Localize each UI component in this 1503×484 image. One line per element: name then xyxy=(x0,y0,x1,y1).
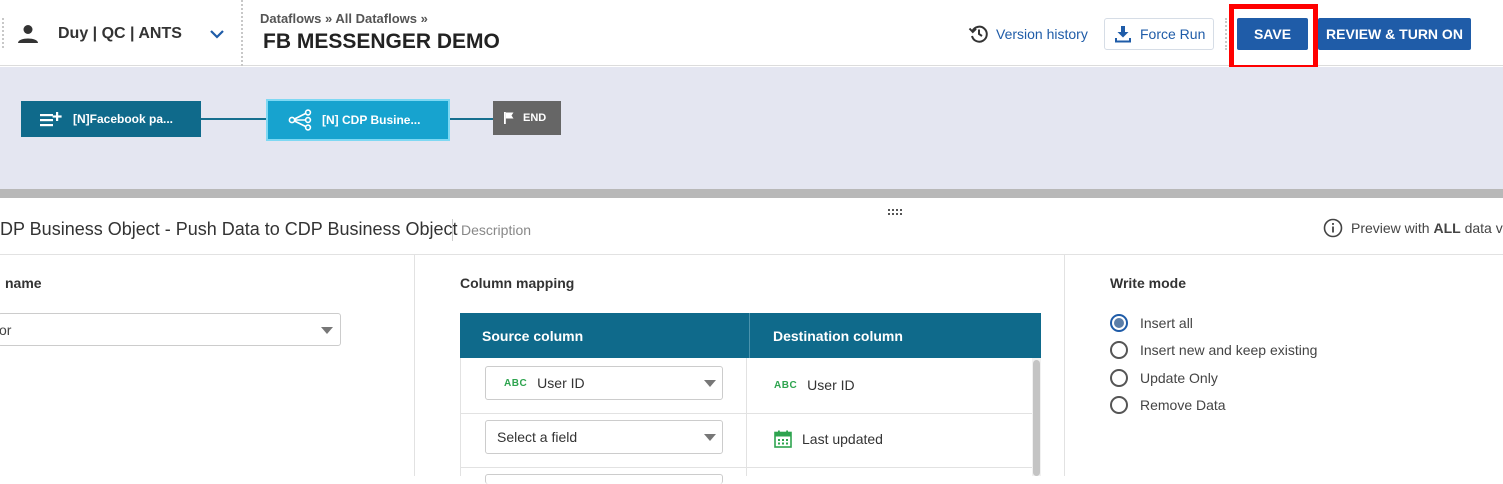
flow-node-label: END xyxy=(523,112,547,124)
preview-bold: ALL xyxy=(1433,220,1461,236)
calendar-icon xyxy=(774,430,792,448)
flag-icon xyxy=(504,112,514,124)
flow-node-end[interactable]: END xyxy=(493,101,561,135)
source-field-select[interactable]: ABC User ID xyxy=(485,366,723,400)
flow-node-facebook[interactable]: [N]Facebook pa... xyxy=(21,101,201,137)
object-select[interactable]: or xyxy=(0,313,341,346)
radio-label: Insert all xyxy=(1140,315,1193,331)
object-select-value: or xyxy=(0,321,12,338)
radio-empty-icon xyxy=(1110,341,1128,359)
branch-icon xyxy=(288,109,312,131)
caret-down-icon xyxy=(704,380,716,387)
radio-empty-icon xyxy=(1110,396,1128,414)
preview-prefix: Preview with xyxy=(1351,220,1434,236)
preview-suffix: data v xyxy=(1460,220,1503,236)
row-divider xyxy=(461,467,1032,468)
column-divider xyxy=(746,358,747,476)
version-history-button[interactable]: Version history xyxy=(968,23,1088,45)
destination-field: Last updated xyxy=(774,430,883,448)
radio-selected-icon xyxy=(1110,314,1128,332)
mapping-table-body: ABC User ID ABC User ID Select a field L… xyxy=(460,358,1041,484)
radio-label: Update Only xyxy=(1140,370,1218,386)
flow-node-cdp-business[interactable]: [N] CDP Busine... xyxy=(266,99,450,141)
row-divider xyxy=(461,413,1032,414)
flow-node-label: [N] CDP Busine... xyxy=(322,113,421,127)
source-column-header: Source column xyxy=(482,327,584,344)
canvas-divider xyxy=(0,189,1503,198)
destination-field: ABC User ID xyxy=(774,377,855,393)
radio-remove-data[interactable]: Remove Data xyxy=(1110,396,1226,414)
history-icon xyxy=(968,25,988,43)
version-history-label: Version history xyxy=(996,26,1088,42)
info-icon xyxy=(1323,218,1343,238)
text-type-icon: ABC xyxy=(774,379,798,391)
download-icon xyxy=(1115,26,1131,43)
chevron-down-icon[interactable] xyxy=(208,25,226,43)
header-divider xyxy=(749,313,750,358)
add-list-icon xyxy=(40,112,62,127)
force-run-button[interactable]: Force Run xyxy=(1104,18,1214,50)
divider xyxy=(1225,18,1227,50)
top-header: Duy | QC | ANTS Dataflows » All Dataflow… xyxy=(0,0,1503,66)
panel-separator xyxy=(0,254,1503,255)
mapping-table-header: Source column Destination column xyxy=(460,313,1041,358)
radio-insert-all[interactable]: Insert all xyxy=(1110,314,1193,332)
panel-title: DP Business Object - Push Data to CDP Bu… xyxy=(0,219,458,239)
account-name: Duy | QC | ANTS xyxy=(58,25,182,42)
flow-edge xyxy=(450,118,493,120)
radio-label: Insert new and keep existing xyxy=(1140,342,1318,358)
write-mode-label: Write mode xyxy=(1110,275,1186,291)
page-title: FB MESSENGER DEMO xyxy=(263,30,500,53)
source-field-value: User ID xyxy=(537,375,585,391)
caret-down-icon xyxy=(704,434,716,441)
preview-info: Preview with ALL data v xyxy=(1323,218,1503,238)
caret-down-icon xyxy=(321,327,333,334)
resize-handle-icon[interactable] xyxy=(887,209,903,215)
text-type-icon: ABC xyxy=(504,377,528,389)
radio-update-only[interactable]: Update Only xyxy=(1110,369,1218,387)
force-run-label: Force Run xyxy=(1140,26,1206,42)
destination-field-value: User ID xyxy=(807,377,855,393)
review-turn-on-button[interactable]: REVIEW & TURN ON xyxy=(1318,18,1471,50)
destination-field-value: Last updated xyxy=(802,431,883,447)
radio-insert-new-keep-existing[interactable]: Insert new and keep existing xyxy=(1110,341,1317,359)
source-field-select[interactable]: Select a field xyxy=(485,420,723,454)
drag-dots xyxy=(2,18,4,48)
flow-canvas[interactable] xyxy=(0,67,1503,189)
scrollbar-thumb[interactable] xyxy=(1033,360,1040,476)
column-mapping-label: Column mapping xyxy=(460,275,575,291)
name-label: name xyxy=(5,275,42,291)
column-separator xyxy=(414,255,415,476)
account-switcher[interactable]: Duy | QC | ANTS xyxy=(0,0,243,66)
save-button[interactable]: SAVE xyxy=(1237,18,1308,50)
radio-label: Remove Data xyxy=(1140,397,1226,413)
destination-column-header: Destination column xyxy=(773,327,903,344)
flow-node-label: [N]Facebook pa... xyxy=(73,112,174,126)
column-separator xyxy=(1064,255,1065,476)
preview-text: Preview with ALL data v xyxy=(1351,220,1503,236)
user-icon xyxy=(18,25,38,43)
flow-edge xyxy=(201,118,266,120)
source-field-placeholder: Select a field xyxy=(497,429,578,445)
breadcrumb[interactable]: Dataflows » All Dataflows » xyxy=(260,11,428,26)
radio-empty-icon xyxy=(1110,369,1128,387)
description-link[interactable]: Description xyxy=(452,219,531,241)
